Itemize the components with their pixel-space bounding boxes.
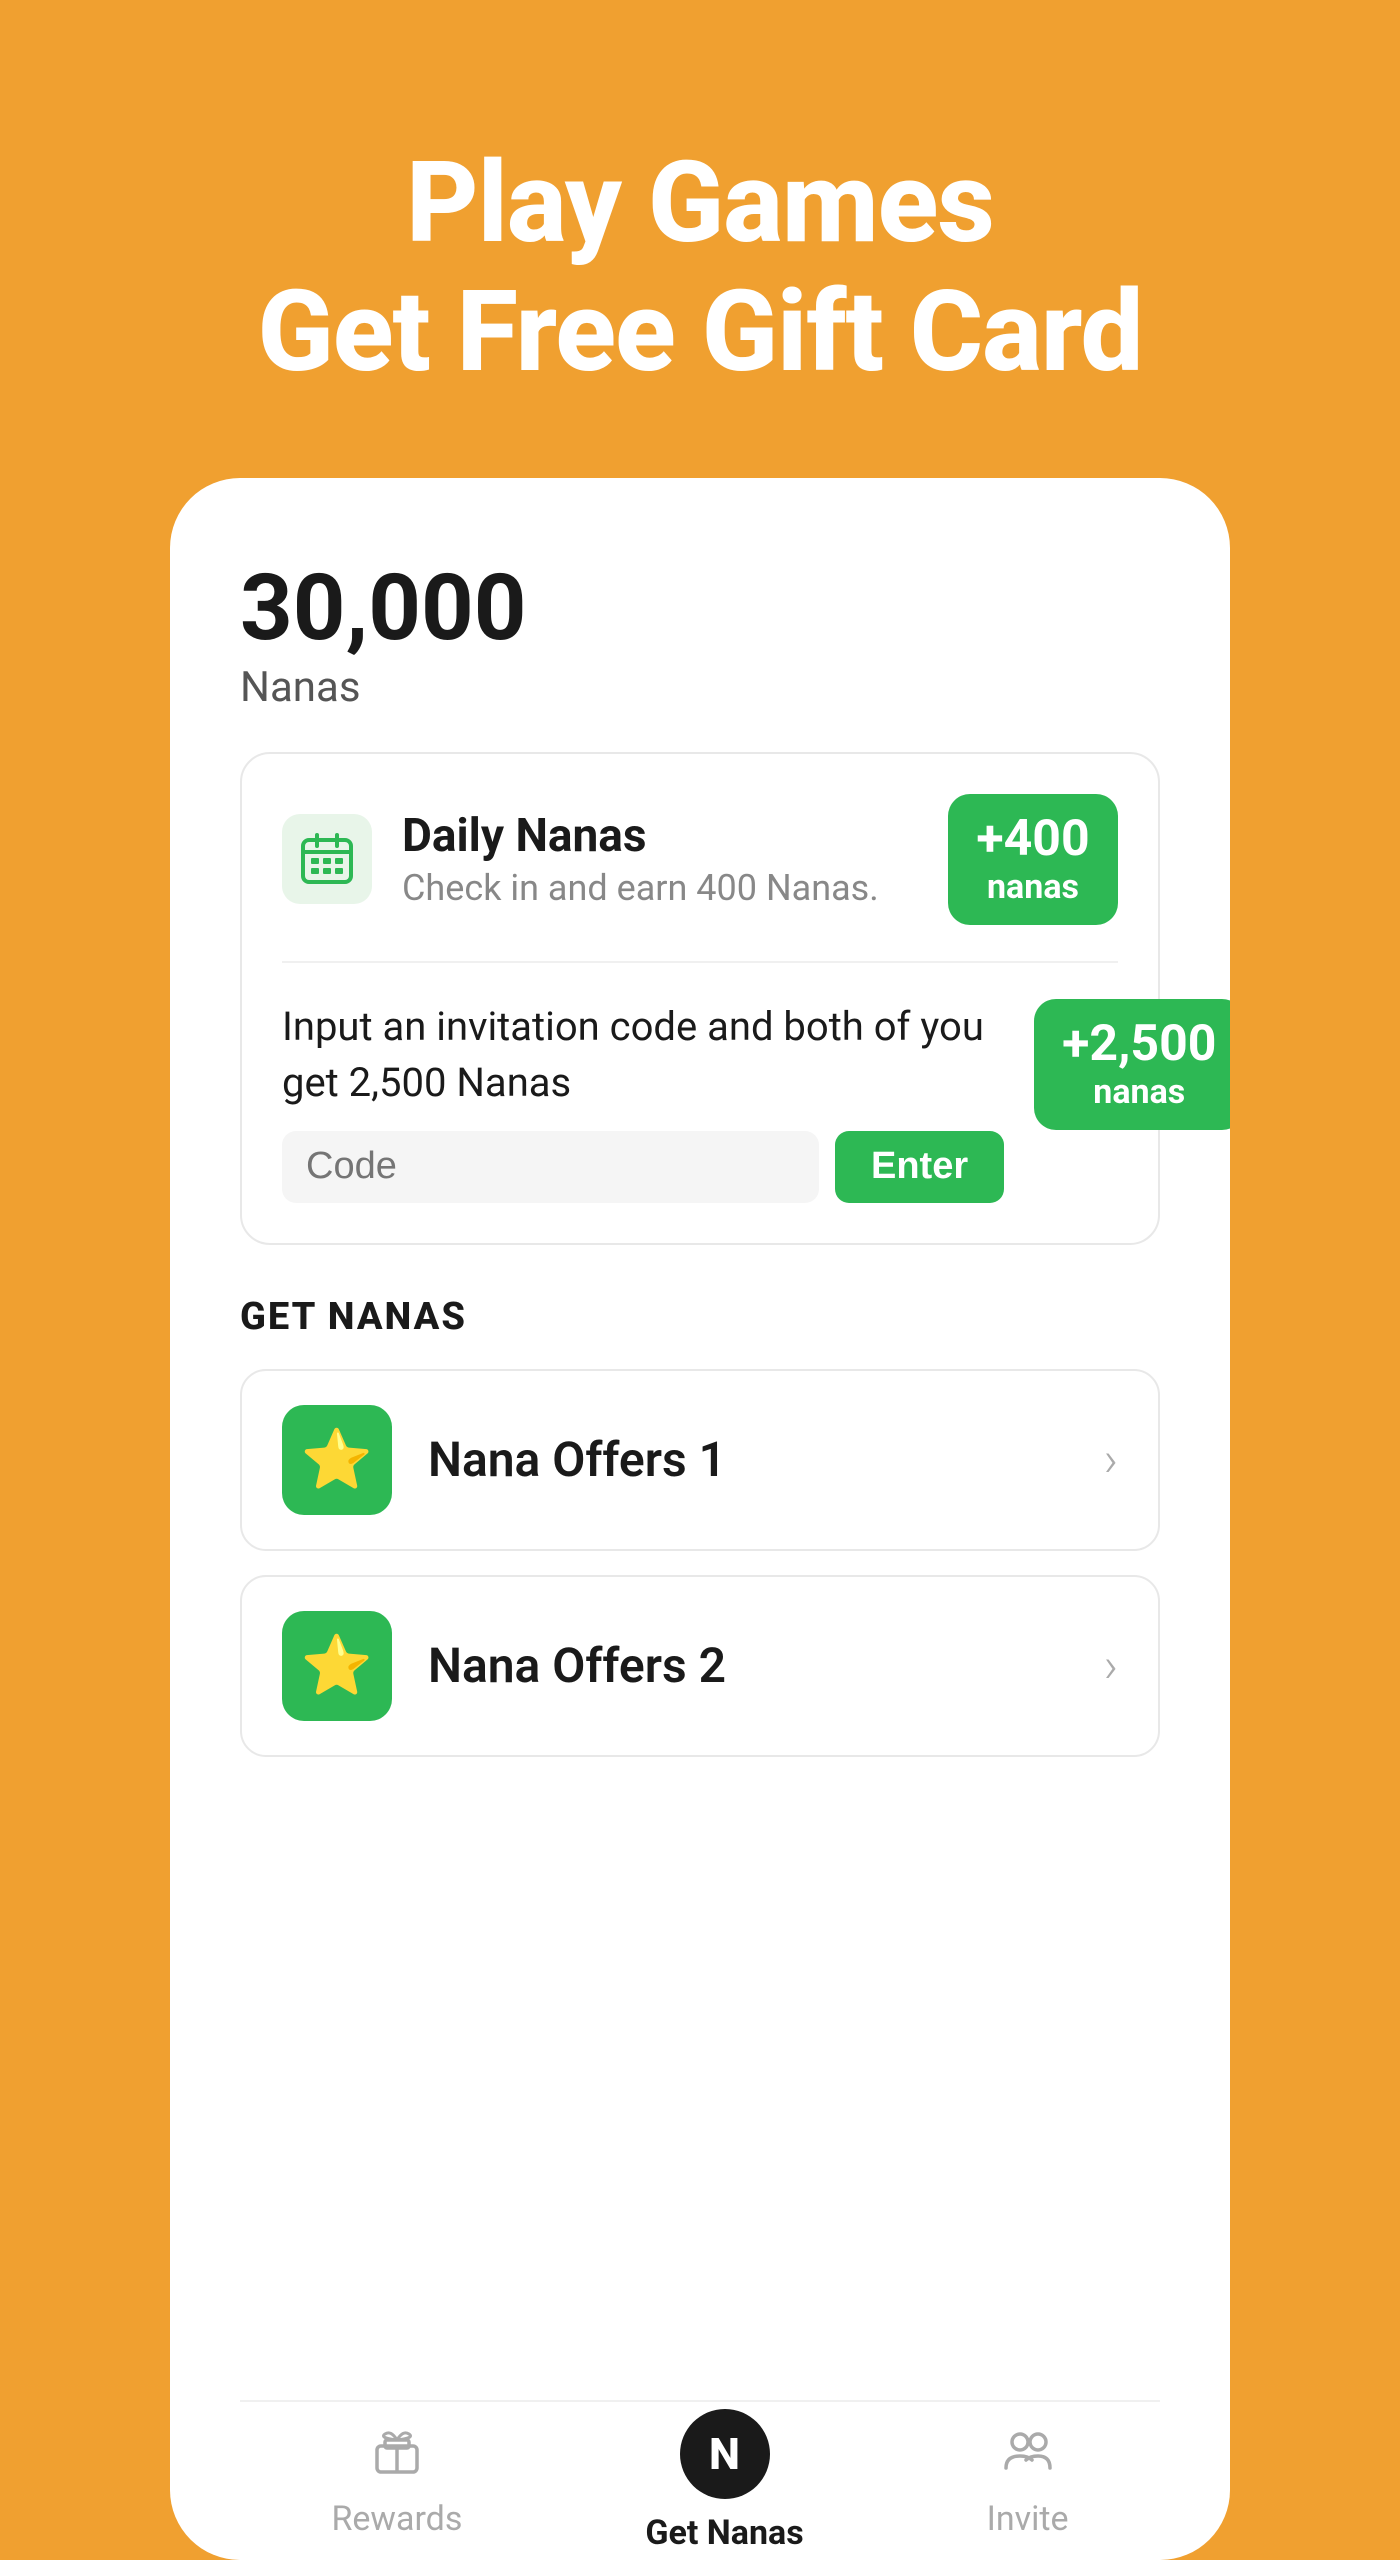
daily-nanas-title: Daily Nanas (402, 809, 948, 863)
offer-icon-2: ⭐ (282, 1611, 392, 1721)
daily-badge-amount: +400 (976, 812, 1090, 867)
daily-nanas-subtitle: Check in and earn 400 Nanas. (402, 867, 948, 909)
daily-badge-label: nanas (976, 867, 1090, 907)
balance-section: 30,000 Nanas (240, 558, 1160, 712)
invite-label: Invite (987, 2499, 1069, 2539)
invite-icon (1002, 2424, 1054, 2489)
balance-amount: 30,000 (240, 558, 1160, 659)
offer-icon-1: ⭐ (282, 1405, 392, 1515)
invite-badge-amount: +2,500 (1062, 1017, 1216, 1072)
phone-card: 30,000 Nanas Daily (170, 478, 1230, 2560)
spacer (240, 1821, 1160, 2400)
daily-nanas-text: Daily Nanas Check in and earn 400 Nanas. (402, 809, 948, 909)
get-nanas-section: GET NANAS ⭐ Nana Offers 1 › ⭐ Nana Offer… (240, 1295, 1160, 1781)
daily-nanas-badge[interactable]: +400 nanas (948, 794, 1118, 925)
calendar-icon (282, 814, 372, 904)
invite-description: Input an invitation code and both of you… (282, 999, 1004, 1111)
code-input[interactable] (282, 1131, 819, 1203)
get-nanas-center-button[interactable]: N (680, 2409, 770, 2499)
hero-title: Play Games Get Free Gift Card (257, 140, 1142, 398)
nav-item-invite[interactable]: Invite (987, 2424, 1069, 2539)
inner-card: Daily Nanas Check in and earn 400 Nanas.… (240, 752, 1160, 1245)
offer-title-2: Nana Offers 2 (428, 1637, 1104, 1694)
offer-title-1: Nana Offers 1 (428, 1431, 1104, 1488)
balance-label: Nanas (240, 663, 1160, 712)
offer-item-1[interactable]: ⭐ Nana Offers 1 › (240, 1369, 1160, 1551)
enter-button[interactable]: Enter (835, 1131, 1004, 1203)
invite-section: Input an invitation code and both of you… (282, 999, 1118, 1203)
rewards-label: Rewards (331, 2499, 462, 2539)
daily-nanas-row: Daily Nanas Check in and earn 400 Nanas.… (282, 794, 1118, 925)
chevron-icon-2: › (1104, 1637, 1118, 1694)
invite-badge-label: nanas (1062, 1072, 1216, 1112)
divider (282, 961, 1118, 963)
get-nanas-nav-label: Get Nanas (645, 2513, 803, 2553)
chevron-icon-1: › (1104, 1431, 1118, 1488)
nav-item-get-nanas[interactable]: N Get Nanas (645, 2409, 803, 2553)
rewards-icon (371, 2424, 423, 2489)
offer-item-2[interactable]: ⭐ Nana Offers 2 › (240, 1575, 1160, 1757)
code-input-row: Enter (282, 1131, 1004, 1203)
nav-item-rewards[interactable]: Rewards (331, 2424, 462, 2539)
invite-badge[interactable]: +2,500 nanas (1034, 999, 1230, 1130)
get-nanas-label: GET NANAS (240, 1295, 1160, 1339)
invite-text-wrap: Input an invitation code and both of you… (282, 999, 1004, 1203)
bottom-nav: Rewards N Get Nanas Invite (240, 2400, 1160, 2560)
